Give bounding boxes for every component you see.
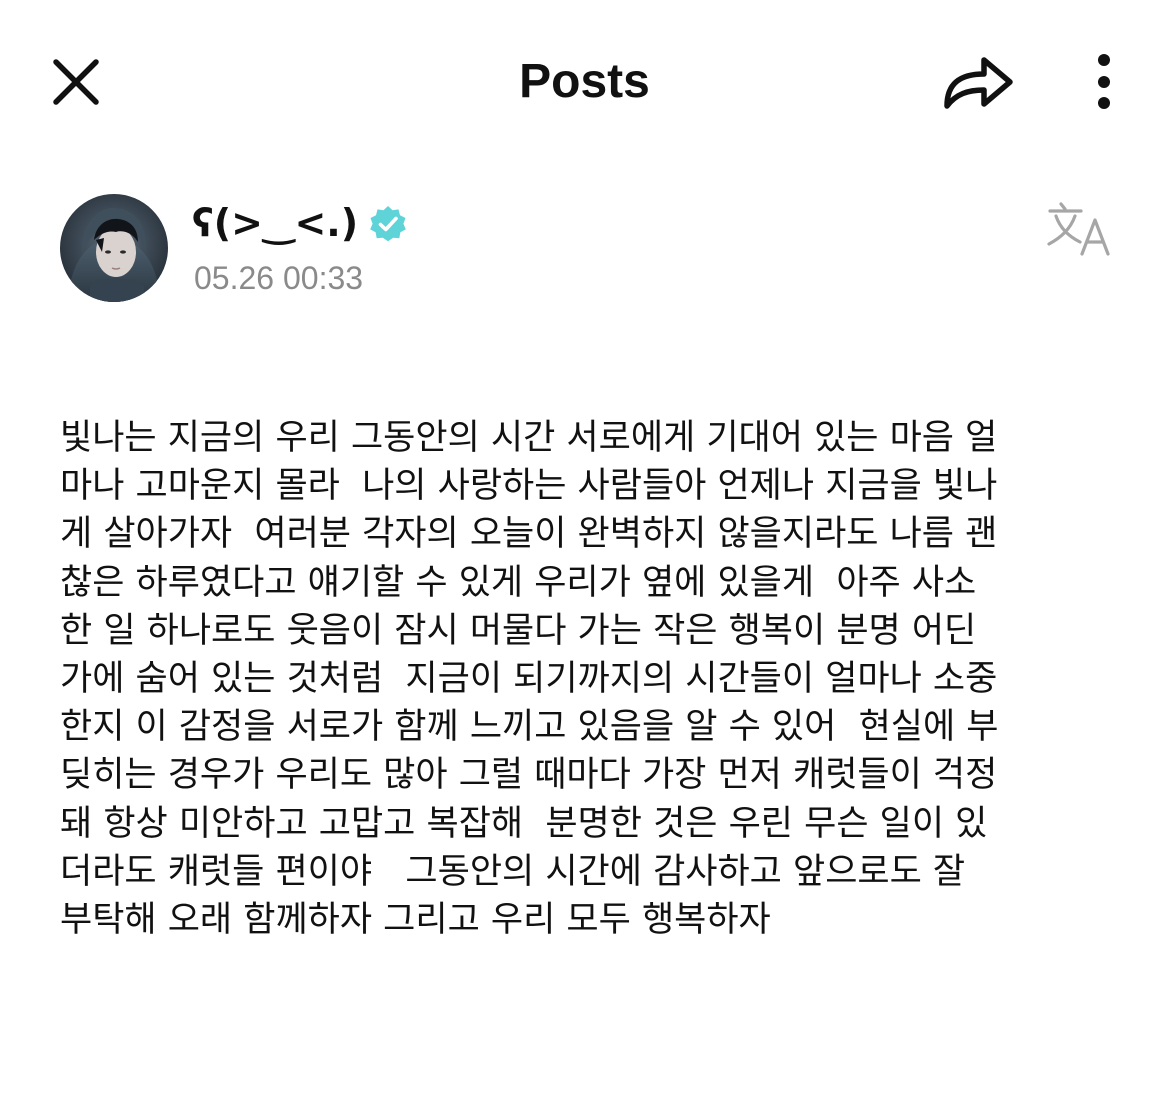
post-text-line: 더라도 캐럿들 편이야 그동안의 시간에 감사하고 앞으로도 잘 bbox=[60, 851, 966, 892]
post-content: 빛나는 지금의 우리 그동안의 시간 서로에게 기대어 있는 마음 얼마나 고마… bbox=[60, 414, 1120, 944]
top-bar: Posts bbox=[0, 0, 1169, 160]
post-text-line: 가에 숨어 있는 것처럼 지금이 되기까지의 시간들이 얼마나 소중 bbox=[60, 658, 998, 699]
post-text-line: 찮은 하루였다고 얘기할 수 있게 우리가 옆에 있을게 아주 사소 bbox=[60, 562, 977, 603]
post-timestamp: 05.26 00:33 bbox=[194, 260, 364, 296]
translate-button[interactable] bbox=[1046, 198, 1116, 260]
more-options-button[interactable] bbox=[1080, 48, 1128, 114]
post-text-line: 한지 이 감정을 서로가 함께 느끼고 있음을 알 수 있어 현실에 부 bbox=[60, 707, 999, 748]
verified-badge bbox=[368, 204, 408, 244]
avatar-image bbox=[60, 194, 168, 302]
post-text-line: 한 일 하나로도 웃음이 잠시 머물다 가는 작은 행복이 분명 어딘 bbox=[60, 610, 977, 651]
post-text-line: 빛나는 지금의 우리 그동안의 시간 서로에게 기대어 있는 마음 얼 bbox=[60, 418, 998, 458]
translate-icon bbox=[1047, 202, 1110, 256]
post-author: ʕ(>‿<.) 05.26 00:33 bbox=[60, 194, 1120, 304]
more-vertical-icon bbox=[1098, 54, 1110, 109]
post-text-line: 게 살아가자 여러분 각자의 오늘이 완벽하지 않을지라도 나름 괜 bbox=[60, 514, 998, 555]
avatar[interactable] bbox=[60, 194, 168, 302]
post-text-line: 돼 항상 미안하고 고맙고 복잡해 분명한 것은 우린 무슨 일이 있 bbox=[60, 803, 988, 844]
share-icon bbox=[944, 57, 1013, 109]
post-text-line: 딪히는 경우가 우리도 많아 그럴 때마다 가장 먼저 캐럿들이 걱정 bbox=[60, 755, 998, 796]
verified-badge-icon bbox=[370, 206, 406, 242]
share-button[interactable] bbox=[938, 46, 1020, 118]
author-name[interactable]: ʕ(>‿<.) bbox=[192, 200, 358, 246]
post-text-line: 부탁해 오래 함께하자 그리고 우리 모두 행복하자 bbox=[60, 899, 771, 940]
post-text-line: 마나 고마운지 몰라 나의 사랑하는 사람들아 언제나 지금을 빛나 bbox=[60, 466, 998, 507]
